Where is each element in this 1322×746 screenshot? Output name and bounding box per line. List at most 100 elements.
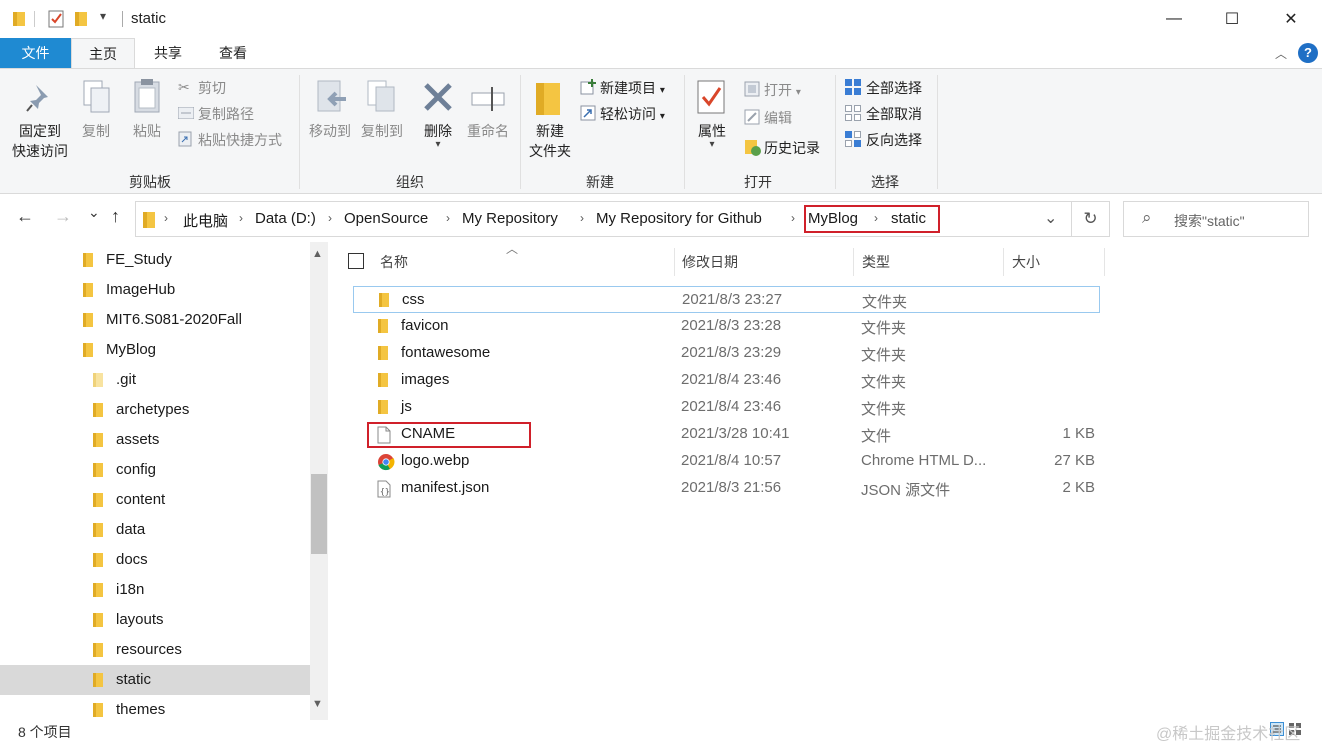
scrollbar-thumb[interactable] [311, 474, 327, 554]
close-button[interactable]: ✕ [1262, 0, 1320, 38]
column-header-type[interactable]: 类型 [862, 252, 890, 272]
breadcrumb-this-pc[interactable]: 此电脑 [183, 210, 228, 231]
recent-locations-button[interactable]: ⌄ [88, 204, 100, 221]
open-button[interactable]: 打开 ▾ [764, 80, 801, 103]
minimize-button[interactable]: — [1145, 0, 1203, 38]
copy-button[interactable]: 复制 [76, 121, 116, 141]
refresh-button[interactable]: ↻ [1072, 201, 1110, 237]
tree-item[interactable]: layouts [0, 605, 310, 635]
file-row[interactable]: CNAME 2021/3/28 10:41 文件 1 KB [353, 421, 1100, 448]
file-row[interactable]: fontawesome 2021/8/3 23:29 文件夹 [353, 340, 1100, 367]
tree-item[interactable]: config [0, 455, 310, 485]
maximize-button[interactable]: ☐ [1203, 0, 1261, 38]
file-row[interactable]: favicon 2021/8/3 23:28 文件夹 [353, 313, 1100, 340]
file-row[interactable]: logo.webp 2021/8/4 10:57 Chrome HTML D... 2… [353, 448, 1100, 475]
paste-shortcut-button[interactable]: 粘贴快捷方式 [198, 130, 282, 150]
file-row[interactable]: images 2021/8/4 23:46 文件夹 [353, 367, 1100, 394]
tab-share[interactable]: 共享 [137, 38, 199, 68]
folder-icon [83, 313, 93, 327]
column-header-name[interactable]: 名称 [380, 252, 408, 272]
breadcrumb-data-drive[interactable]: Data (D:) [255, 210, 316, 227]
breadcrumb-my-repository-for-github[interactable]: My Repository for Github [596, 210, 762, 227]
navigation-pane[interactable]: ▲ ▼ FE_Study ImageHub MIT6.S081-2020Fall My… [0, 242, 330, 720]
select-all-checkbox[interactable] [348, 253, 364, 269]
select-all-button[interactable]: 全部选择 [866, 78, 922, 98]
tree-item[interactable]: FE_Study [0, 245, 310, 275]
file-type: Chrome HTML D... [861, 452, 987, 469]
breadcrumb-separator: › [164, 211, 168, 225]
select-none-button[interactable]: 全部取消 [866, 104, 922, 124]
tab-view[interactable]: 查看 [202, 38, 264, 68]
move-to-button[interactable]: 移动到 [304, 121, 356, 141]
new-folder-icon[interactable] [74, 10, 88, 28]
pin-to-quick-access-button[interactable]: 固定到 快速访问 [8, 121, 72, 161]
tree-item[interactable]: archetypes [0, 395, 310, 425]
tree-item-label: MyBlog [106, 341, 157, 358]
folder-icon [378, 373, 388, 387]
cut-button[interactable]: 剪切 [198, 78, 226, 98]
title-bar: ▾ static — ☐ ✕ [0, 0, 1322, 38]
breadcrumb-my-repository[interactable]: My Repository [462, 210, 558, 227]
tree-item[interactable]: .git [0, 365, 310, 395]
folder-icon [378, 346, 388, 360]
easy-access-button[interactable]: 轻松访问 ▾ [600, 104, 665, 127]
tree-item[interactable]: resources [0, 635, 310, 665]
column-header-row: ︿ 名称 修改日期 类型 大小 [340, 242, 1110, 280]
search-box[interactable]: ⌕ 搜索"static" [1123, 201, 1309, 237]
column-header-size[interactable]: 大小 [1012, 252, 1040, 272]
folder-icon [93, 493, 103, 507]
properties-icon[interactable] [48, 10, 66, 28]
history-button[interactable]: 历史记录 [764, 138, 820, 158]
customize-quick-access-dropdown[interactable]: ▾ [100, 9, 106, 23]
column-header-date[interactable]: 修改日期 [682, 252, 738, 272]
paste-button[interactable]: 粘贴 [126, 121, 168, 141]
open-dropdown-icon: ▾ [795, 87, 801, 98]
tab-home[interactable]: 主页 [71, 38, 135, 68]
address-history-dropdown[interactable]: ⌄ [1044, 208, 1057, 228]
scroll-up-icon[interactable]: ▲ [312, 248, 323, 260]
tree-item[interactable]: MyBlog [0, 335, 310, 365]
properties-dropdown-icon[interactable]: ▾ [704, 135, 720, 155]
rename-button[interactable]: 重命名 [462, 121, 514, 141]
status-bar: 8 个项目 @稀土掘金技术社区 [0, 720, 1322, 746]
tab-file[interactable]: 文件 [0, 38, 71, 68]
breadcrumb-opensource[interactable]: OpenSource [344, 210, 428, 227]
address-bar[interactable]: › 此电脑 › Data (D:) › OpenSource › My Repo… [135, 201, 1072, 237]
breadcrumb-separator: › [446, 211, 450, 225]
navigation-pane-scrollbar[interactable]: ▲ ▼ [310, 242, 328, 720]
file-row[interactable]: {} manifest.json 2021/8/3 21:56 JSON 源文件 2 K… [353, 475, 1100, 502]
tree-item[interactable]: MIT6.S081-2020Fall [0, 305, 310, 335]
back-button[interactable]: ← [16, 206, 34, 227]
tree-item[interactable]: i18n [0, 575, 310, 605]
tree-item[interactable]: content [0, 485, 310, 515]
copy-to-button[interactable]: 复制到 [356, 121, 408, 141]
tree-item-label: assets [116, 431, 160, 448]
delete-dropdown-icon[interactable]: ▾ [430, 135, 446, 155]
tree-item[interactable]: static [0, 665, 310, 695]
file-type: JSON 源文件 [861, 482, 951, 499]
file-list[interactable]: ︿ 名称 修改日期 类型 大小 css 2021/8/3 23:27 文件夹 favi… [340, 242, 1322, 720]
new-item-button[interactable]: 新建项目 ▾ [600, 78, 665, 101]
copy-path-icon [178, 107, 194, 119]
file-type: 文件夹 [861, 347, 907, 364]
scroll-down-icon[interactable]: ▼ [312, 698, 323, 710]
tree-item[interactable]: assets [0, 425, 310, 455]
tree-item-label: i18n [116, 581, 145, 598]
new-folder-button[interactable]: 新建 文件夹 [524, 121, 576, 161]
file-name: logo.webp [401, 452, 470, 469]
collapse-ribbon-icon[interactable]: ︿ [1275, 45, 1287, 62]
breadcrumb-separator: › [580, 211, 584, 225]
properties-icon [697, 80, 725, 114]
tree-item[interactable]: docs [0, 545, 310, 575]
copy-path-button[interactable]: 复制路径 [198, 104, 254, 124]
forward-button[interactable]: → [54, 206, 72, 227]
invert-selection-button[interactable]: 反向选择 [866, 130, 922, 150]
tree-item[interactable]: data [0, 515, 310, 545]
tree-item[interactable]: ImageHub [0, 275, 310, 305]
folder-icon [93, 463, 103, 477]
help-icon[interactable]: ? [1298, 43, 1318, 63]
file-row[interactable]: js 2021/8/4 23:46 文件夹 [353, 394, 1100, 421]
up-button[interactable]: ↑ [111, 206, 120, 227]
edit-button[interactable]: 编辑 [764, 108, 792, 128]
file-row[interactable]: css 2021/8/3 23:27 文件夹 [353, 286, 1100, 313]
